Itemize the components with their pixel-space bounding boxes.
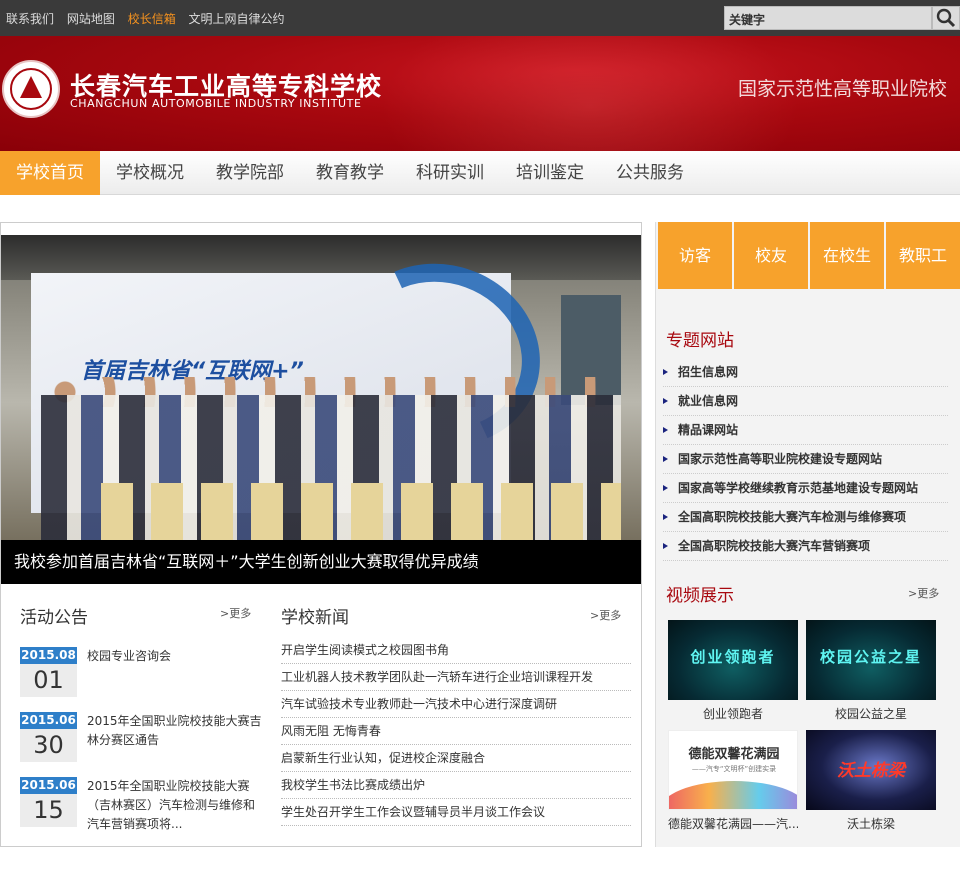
video-thumbnail[interactable]: 德能双馨花满园 ——汽专“文明杯”创建实录 — [668, 730, 798, 810]
search-input[interactable]: 关键字 — [724, 6, 932, 30]
link-sitemap[interactable]: 网站地图 — [67, 12, 115, 26]
arrow-icon — [663, 456, 668, 462]
special-site-label: 全国高职院校技能大赛汽车营销赛项 — [678, 539, 871, 553]
special-site-link[interactable]: 招生信息网 — [663, 358, 948, 387]
nav-teaching[interactable]: 教育教学 — [300, 151, 400, 195]
news-title: 学校新闻 — [281, 608, 349, 628]
video-thumb-subtitle: ——汽专“文明杯”创建实录 — [691, 765, 777, 773]
header-banner: 长春汽车工业高等专科学校 CHANGCHUN AUTOMOBILE INDUST… — [0, 36, 960, 151]
nav-research[interactable]: 科研实训 — [400, 151, 500, 195]
special-site-link[interactable]: 精品课网站 — [663, 416, 948, 445]
photo-bags — [101, 483, 621, 540]
arrow-icon — [663, 543, 668, 549]
news-list: 开启学生阅读模式之校园图书角 工业机器人技术教学团队赴一汽轿车进行企业培训课程开… — [281, 637, 631, 826]
link-civility-pledge[interactable]: 文明上网自律公约 — [189, 12, 285, 26]
special-site-link[interactable]: 国家高等学校继续教育示范基地建设专题网站 — [663, 474, 948, 503]
special-site-link[interactable]: 全国高职院校技能大赛汽车营销赛项 — [663, 532, 948, 561]
arrow-icon — [663, 514, 668, 520]
search-button[interactable] — [932, 6, 960, 30]
school-logo[interactable] — [2, 60, 60, 118]
main-nav: 学校首页 学校概况 教学院部 教育教学 科研实训 培训鉴定 公共服务 — [0, 151, 960, 195]
school-name-en: CHANGCHUN AUTOMOBILE INDUSTRY INSTITUTE — [70, 97, 362, 110]
header-slogan: 国家示范性高等职业院校 — [738, 78, 948, 100]
notice-day: 30 — [20, 729, 77, 762]
nav-training[interactable]: 培训鉴定 — [500, 151, 600, 195]
search-icon — [936, 8, 956, 28]
special-site-label: 国家示范性高等职业院校建设专题网站 — [678, 452, 883, 466]
visitor-button[interactable]: 访客 — [658, 222, 732, 289]
nav-home[interactable]: 学校首页 — [0, 151, 100, 195]
notice-date: 2015.08 01 — [20, 647, 77, 697]
notice-text[interactable]: 2015年全国职业院校技能大赛（吉林赛区）汽车检测与维修和汽车营销赛项将... — [87, 777, 262, 834]
videos-more-link[interactable]: >更多 — [908, 585, 939, 601]
link-president-mailbox[interactable]: 校长信箱 — [128, 12, 176, 26]
alumni-button[interactable]: 校友 — [734, 222, 808, 289]
video-caption[interactable]: 沃土栋梁 — [806, 815, 936, 832]
video-thumb-text: 校园公益之星 — [819, 648, 922, 666]
student-button[interactable]: 在校生 — [810, 222, 884, 289]
thumb-decoration — [669, 781, 797, 809]
notice-day: 01 — [20, 664, 77, 697]
notice-text[interactable]: 校园专业咨询会 — [87, 647, 262, 666]
notice-month: 2015.08 — [20, 647, 77, 664]
news-slider[interactable]: 首届吉林省“互联网+” 我校参加首届吉林省“互联网＋”大学生创新创业大赛取得优异… — [0, 222, 642, 584]
banner-sheen — [380, 36, 800, 151]
news-item[interactable]: 我校学生书法比赛成绩出炉 — [281, 772, 631, 799]
nav-departments[interactable]: 教学院部 — [200, 151, 300, 195]
notice-day: 15 — [20, 794, 77, 827]
news-item[interactable]: 学生处召开学生工作会议暨辅导员半月谈工作会议 — [281, 799, 631, 826]
video-thumbnail[interactable]: 沃土栋梁 — [806, 730, 936, 810]
special-site-link[interactable]: 就业信息网 — [663, 387, 948, 416]
notices-more-link[interactable]: >更多 — [220, 605, 251, 621]
nav-public-services[interactable]: 公共服务 — [600, 151, 700, 195]
notice-date: 2015.06 30 — [20, 712, 77, 762]
video-thumbnail[interactable]: 校园公益之星 — [806, 620, 936, 700]
slider-photo[interactable]: 首届吉林省“互联网+” — [1, 235, 641, 540]
video-thumb-text: 德能双馨花满园 — [688, 747, 780, 762]
arrow-icon — [663, 398, 668, 404]
special-site-label: 就业信息网 — [678, 394, 739, 408]
special-site-label: 全国高职院校技能大赛汽车检测与维修赛项 — [678, 510, 907, 524]
special-site-link[interactable]: 全国高职院校技能大赛汽车检测与维修赛项 — [663, 503, 948, 532]
video-thumb-text: 创业领跑者 — [690, 648, 776, 666]
news-item[interactable]: 启蒙新生行业认知，促进校企深度融合 — [281, 745, 631, 772]
staff-button[interactable]: 教职工 — [886, 222, 960, 289]
arrow-icon — [663, 427, 668, 433]
link-contact[interactable]: 联系我们 — [6, 12, 54, 26]
special-site-label: 国家高等学校继续教育示范基地建设专题网站 — [678, 481, 919, 495]
notices-title: 活动公告 — [20, 608, 88, 628]
special-site-link[interactable]: 国家示范性高等职业院校建设专题网站 — [663, 445, 948, 474]
top-bar: 联系我们 网站地图 校长信箱 文明上网自律公约 关键字 — [0, 0, 960, 36]
special-site-label: 精品课网站 — [678, 423, 739, 437]
notice-month: 2015.06 — [20, 712, 77, 729]
news-item[interactable]: 开启学生阅读模式之校园图书角 — [281, 637, 631, 664]
arrow-icon — [663, 369, 668, 375]
video-caption[interactable]: 德能双馨花满园——汽... — [668, 815, 798, 832]
top-links: 联系我们 网站地图 校长信箱 文明上网自律公约 — [6, 10, 294, 27]
news-item[interactable]: 风雨无阻 无悔青春 — [281, 718, 631, 745]
video-thumbnail[interactable]: 创业领跑者 — [668, 620, 798, 700]
news-item[interactable]: 工业机器人技术教学团队赴一汽轿车进行企业培训课程开发 — [281, 664, 631, 691]
slider-caption[interactable]: 我校参加首届吉林省“互联网＋”大学生创新创业大赛取得优异成绩 — [1, 540, 641, 584]
videos-title: 视频展示 — [666, 586, 734, 606]
news-more-link[interactable]: >更多 — [590, 607, 621, 623]
news-item[interactable]: 汽车试验技术专业教师赴一汽技术中心进行深度调研 — [281, 691, 631, 718]
notice-text[interactable]: 2015年全国职业院校技能大赛吉林分赛区通告 — [87, 712, 262, 750]
special-sites-title: 专题网站 — [666, 331, 734, 351]
video-caption[interactable]: 创业领跑者 — [668, 705, 798, 722]
arrow-icon — [663, 485, 668, 491]
video-thumb-text: 沃土栋梁 — [837, 761, 905, 781]
nav-overview[interactable]: 学校概况 — [100, 151, 200, 195]
video-caption[interactable]: 校园公益之星 — [806, 705, 936, 722]
special-site-label: 招生信息网 — [678, 365, 739, 379]
notice-date: 2015.06 15 — [20, 777, 77, 827]
notice-month: 2015.06 — [20, 777, 77, 794]
